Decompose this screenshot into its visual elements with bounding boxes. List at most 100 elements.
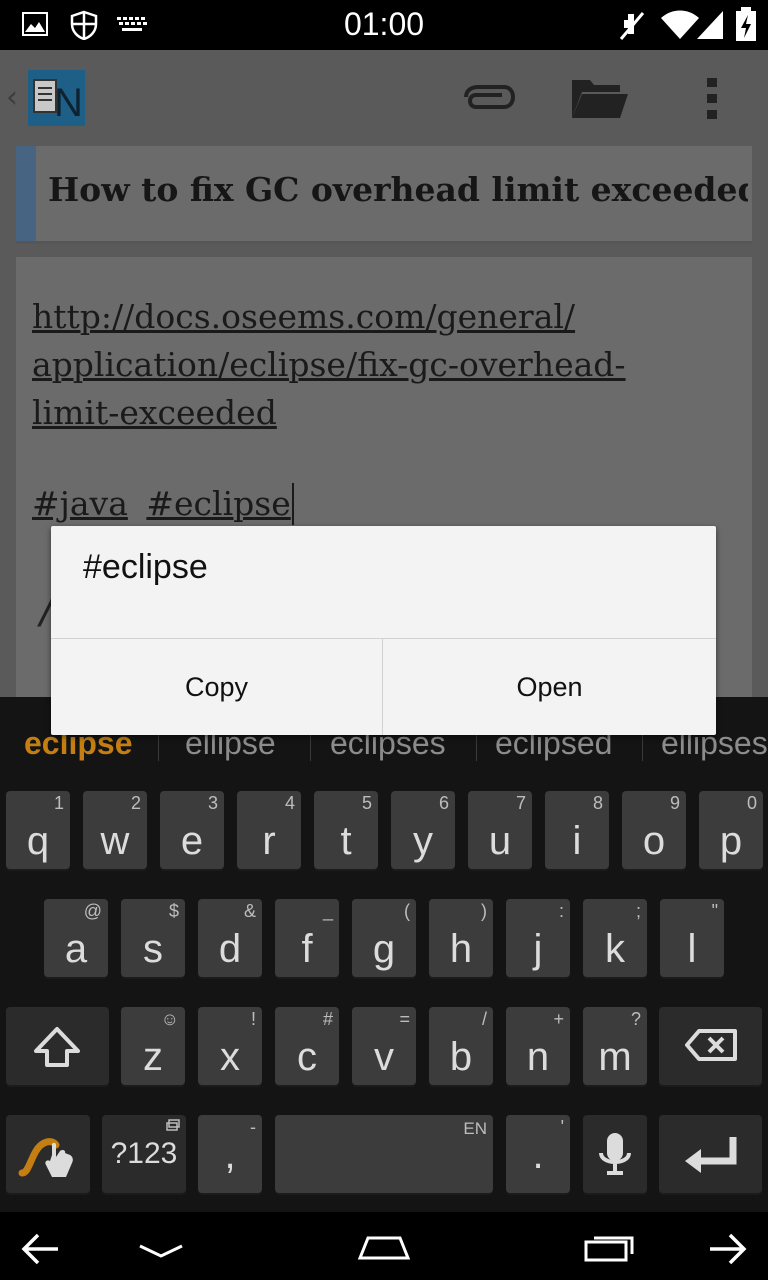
swype-key[interactable]	[6, 1115, 90, 1193]
key-label: k	[605, 927, 625, 971]
note-tags[interactable]: #java #eclipse	[32, 483, 294, 525]
swype-icon	[18, 1138, 73, 1177]
key-label: b	[449, 1035, 473, 1079]
svg-text:N: N	[54, 81, 83, 125]
key-hint: )	[481, 901, 487, 921]
key-w[interactable]: w2	[83, 791, 147, 869]
key-u[interactable]: u7	[468, 791, 532, 869]
key-hint: #	[322, 1009, 333, 1029]
settings-hint-icon	[166, 1119, 180, 1131]
note-title[interactable]: How to fix GC overhead limit exceeded i	[48, 170, 748, 209]
key-b[interactable]: b /	[429, 1007, 493, 1085]
key-hint: 1	[53, 793, 64, 813]
battery-charging-icon	[736, 7, 756, 41]
symbols-key[interactable]: ?123	[102, 1115, 186, 1193]
key-label: p	[719, 819, 743, 863]
folder-icon[interactable]	[570, 76, 630, 120]
mute-icon	[619, 12, 645, 40]
key-o[interactable]: o9	[622, 791, 686, 869]
shift-icon	[34, 1027, 80, 1067]
title-accent-bar	[16, 146, 36, 241]
note-body-link[interactable]: http://docs.oseems.com/general/ applicat…	[32, 293, 732, 437]
key-j[interactable]: j:	[506, 899, 570, 977]
key-hint: 7	[515, 793, 526, 813]
key-e[interactable]: e3	[160, 791, 224, 869]
tag-eclipse[interactable]: #eclipse	[146, 484, 290, 523]
up-chevron-icon[interactable]: ‹	[6, 80, 18, 115]
overflow-menu-icon[interactable]	[704, 76, 720, 120]
key-p[interactable]: p0	[699, 791, 763, 869]
key-d[interactable]: d &	[198, 899, 262, 977]
period-key[interactable]: . '	[506, 1115, 570, 1193]
note-title-card[interactable]: How to fix GC overhead limit exceeded i	[16, 146, 752, 244]
key-h[interactable]: h)	[429, 899, 493, 977]
enter-icon	[685, 1137, 737, 1173]
copy-button[interactable]: Copy	[51, 639, 382, 735]
key-label: c	[297, 1035, 317, 1079]
key-label: r	[262, 819, 276, 863]
key-x[interactable]: x!	[198, 1007, 262, 1085]
tag-java[interactable]: #java	[32, 484, 128, 523]
key-k[interactable]: k;	[583, 899, 647, 977]
key-i[interactable]: i8	[545, 791, 609, 869]
key-f[interactable]: f _	[275, 899, 339, 977]
key-hint: +	[553, 1009, 564, 1029]
key-y[interactable]: y6	[391, 791, 455, 869]
key-hint: 9	[669, 793, 680, 813]
shift-key[interactable]	[6, 1007, 109, 1085]
key-hint: @	[83, 901, 102, 921]
recents-icon[interactable]	[584, 1234, 636, 1262]
key-label: n	[526, 1035, 550, 1079]
comma-key[interactable]: , -	[198, 1115, 262, 1193]
link-line[interactable]: application/eclipse/fix-gc-overhead-	[32, 341, 732, 389]
key-s[interactable]: s $	[121, 899, 185, 977]
home-icon[interactable]	[356, 1234, 412, 1260]
key-hint: (	[404, 901, 410, 921]
key-label: a	[64, 927, 88, 971]
back-icon[interactable]	[20, 1232, 60, 1266]
key-q[interactable]: q1	[6, 791, 70, 869]
app-logo[interactable]: N	[28, 70, 85, 126]
comma-key-hint: -	[250, 1117, 256, 1137]
space-key[interactable]: EN	[275, 1115, 493, 1193]
enter-key[interactable]	[659, 1115, 762, 1193]
key-n[interactable]: n +	[506, 1007, 570, 1085]
key-hint: ;	[635, 901, 641, 921]
signal-icon	[697, 11, 723, 39]
key-label: m	[598, 1035, 632, 1079]
open-button[interactable]: Open	[383, 639, 716, 735]
key-hint: 4	[284, 793, 295, 813]
key-label: y	[413, 819, 433, 863]
key-v[interactable]: v =	[352, 1007, 416, 1085]
key-hint: ?	[630, 1009, 641, 1029]
key-r[interactable]: r4	[237, 791, 301, 869]
key-hint: 6	[438, 793, 449, 813]
key-hint: $	[168, 901, 179, 921]
link-line[interactable]: http://docs.oseems.com/general/	[32, 293, 732, 341]
hide-keyboard-icon[interactable]	[138, 1244, 184, 1258]
key-a[interactable]: a @	[44, 899, 108, 977]
voice-key[interactable]	[583, 1115, 647, 1193]
key-label: l	[687, 927, 697, 971]
clock: 01:00	[343, 6, 425, 42]
symbols-key-label: ?123	[110, 1137, 178, 1170]
key-hint: _	[322, 901, 333, 921]
key-g[interactable]: g(	[352, 899, 416, 977]
key-label: g	[372, 927, 396, 971]
paperclip-icon[interactable]	[458, 84, 516, 110]
backspace-key[interactable]	[659, 1007, 762, 1085]
forward-icon[interactable]	[708, 1232, 748, 1266]
key-c[interactable]: c #	[275, 1007, 339, 1085]
key-t[interactable]: t5	[314, 791, 378, 869]
soft-keyboard: eclipse ellipse eclipses eclipsed ellips…	[0, 697, 768, 1212]
key-m[interactable]: m?	[583, 1007, 647, 1085]
hashtag-dialog: #eclipse Copy Open	[51, 526, 716, 735]
key-l[interactable]: l "	[660, 899, 724, 977]
key-hint: :	[558, 901, 564, 921]
link-line[interactable]: limit-exceeded	[32, 389, 732, 437]
key-label: f	[301, 927, 313, 971]
key-label: x	[220, 1035, 240, 1079]
key-z[interactable]: z ☺	[121, 1007, 185, 1085]
comma-key-label: ,	[224, 1133, 236, 1177]
key-hint: ☺	[160, 1009, 179, 1029]
